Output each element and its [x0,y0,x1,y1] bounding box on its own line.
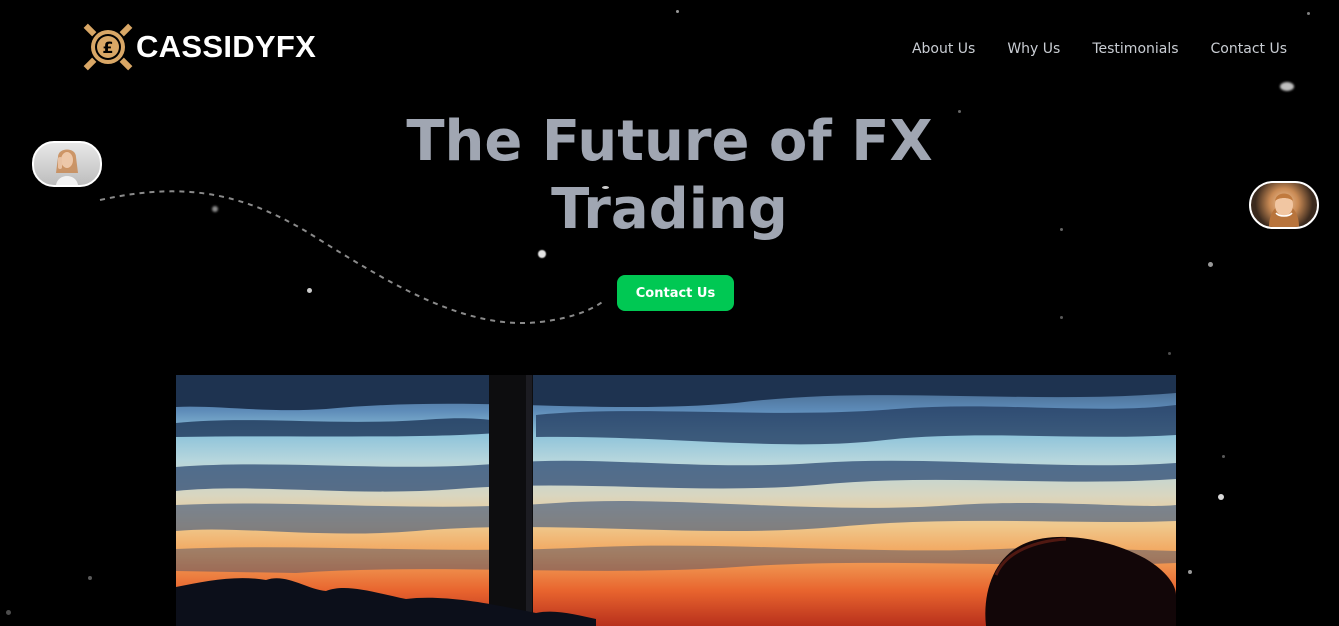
sunset-clouds-video[interactable] [176,375,1176,626]
hero-title-line-2: Trading [551,177,788,242]
contact-us-button[interactable]: Contact Us [617,275,734,311]
nav-testimonials[interactable]: Testimonials [1092,38,1178,60]
pound-coin-icon: £ [83,23,133,71]
star [1168,352,1171,355]
star [538,250,546,258]
landing-page: £ CASSIDYFX About Us Why Us Testimonials… [0,0,1339,626]
nav-contact-us[interactable]: Contact Us [1211,38,1287,60]
brand-logo[interactable]: £ CASSIDYFX [82,21,316,73]
svg-text:£: £ [102,38,113,57]
brand-name: CASSIDYFX [136,29,317,64]
hero-title-line-1: The Future of FX [406,109,933,174]
star [88,576,92,580]
star [307,288,312,293]
star [1222,455,1225,458]
star [1280,82,1294,91]
star [1188,570,1192,574]
star [1208,262,1213,267]
nav-why-us[interactable]: Why Us [1007,38,1060,60]
star [6,610,11,615]
hero-title: The Future of FX Trading [0,108,1339,244]
main-nav: About Us Why Us Testimonials Contact Us [912,38,1287,60]
star [1218,494,1224,500]
nav-about-us[interactable]: About Us [912,38,975,60]
star [1060,316,1063,319]
sunset-scene [176,375,1176,626]
star [676,10,679,13]
star [1307,12,1310,15]
